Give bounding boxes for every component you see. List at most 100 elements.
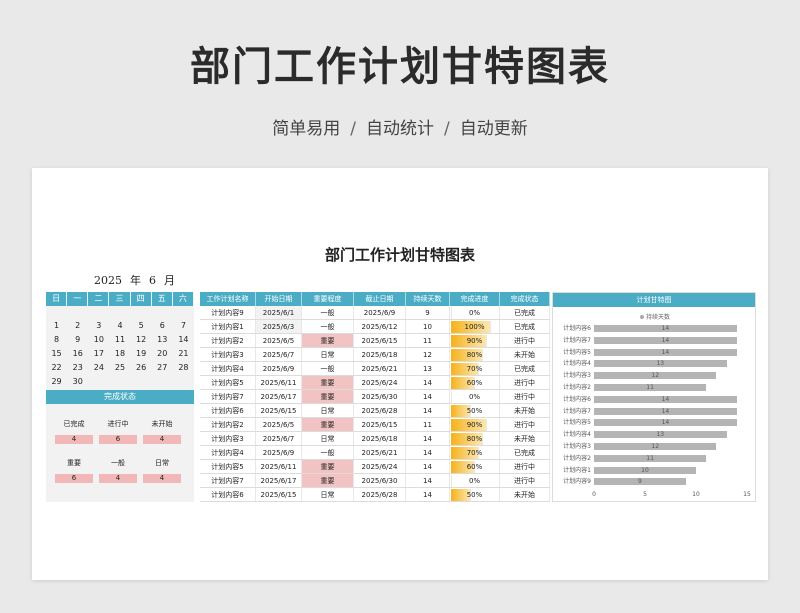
table-cell[interactable]: 2025/6/15 <box>354 418 406 431</box>
table-cell[interactable]: 2025/6/24 <box>354 460 406 473</box>
table-cell[interactable]: 2025/6/7 <box>256 432 302 445</box>
table-cell[interactable]: 重要 <box>302 334 354 347</box>
table-cell[interactable]: 14 <box>406 432 450 445</box>
table-cell[interactable]: 一般 <box>302 320 354 333</box>
table-cell[interactable]: 2025/6/28 <box>354 488 406 501</box>
progress-cell[interactable]: 50% <box>450 488 500 501</box>
calendar-day[interactable]: 27 <box>152 361 173 375</box>
table-cell[interactable]: 一般 <box>302 362 354 375</box>
calendar-day[interactable]: 25 <box>109 361 130 375</box>
calendar-day[interactable]: 30 <box>67 375 88 389</box>
table-cell[interactable]: 11 <box>406 334 450 347</box>
gantt-bar[interactable]: 14 <box>594 419 737 427</box>
table-cell[interactable]: 计划内容6 <box>200 488 256 501</box>
gantt-bar[interactable]: 12 <box>594 372 717 380</box>
gantt-bar[interactable]: 11 <box>594 454 707 462</box>
table-cell[interactable]: 2025/6/12 <box>354 320 406 333</box>
calendar-day[interactable]: 18 <box>109 347 130 361</box>
table-cell[interactable]: 计划内容4 <box>200 446 256 459</box>
calendar-day[interactable]: 28 <box>173 361 194 375</box>
calendar-day[interactable]: 12 <box>131 333 152 347</box>
progress-cell[interactable]: 70% <box>450 446 500 459</box>
table-cell[interactable]: 重要 <box>302 418 354 431</box>
table-cell[interactable]: 14 <box>406 488 450 501</box>
table-cell[interactable]: 2025/6/11 <box>256 376 302 389</box>
table-cell[interactable]: 2025/6/17 <box>256 474 302 487</box>
calendar-day[interactable]: 8 <box>46 333 67 347</box>
calendar-day[interactable]: 1 <box>46 319 67 333</box>
progress-cell[interactable]: 90% <box>450 334 500 347</box>
calendar-day[interactable]: 6 <box>152 319 173 333</box>
table-cell[interactable]: 计划内容7 <box>200 390 256 403</box>
progress-cell[interactable]: 0% <box>450 474 500 487</box>
table-cell[interactable]: 计划内容2 <box>200 418 256 431</box>
table-cell[interactable]: 14 <box>406 404 450 417</box>
calendar-day[interactable]: 7 <box>173 319 194 333</box>
table-cell[interactable]: 计划内容3 <box>200 432 256 445</box>
table-cell[interactable]: 2025/6/3 <box>256 320 302 333</box>
gantt-bar[interactable]: 14 <box>594 325 737 332</box>
progress-cell[interactable]: 0% <box>450 390 500 403</box>
table-cell[interactable]: 14 <box>406 376 450 389</box>
calendar-day[interactable]: 11 <box>109 333 130 347</box>
table-cell[interactable]: 已完成 <box>500 362 550 375</box>
table-cell[interactable]: 日常 <box>302 404 354 417</box>
progress-cell[interactable]: 60% <box>450 460 500 473</box>
table-cell[interactable]: 日常 <box>302 488 354 501</box>
table-cell[interactable]: 14 <box>406 460 450 473</box>
progress-cell[interactable]: 80% <box>450 348 500 361</box>
table-cell[interactable]: 重要 <box>302 460 354 473</box>
table-cell[interactable]: 计划内容9 <box>200 306 256 319</box>
table-cell[interactable]: 一般 <box>302 446 354 459</box>
table-cell[interactable]: 14 <box>406 474 450 487</box>
calendar-day[interactable]: 23 <box>67 361 88 375</box>
calendar-day[interactable]: 5 <box>131 319 152 333</box>
table-cell[interactable]: 2025/6/9 <box>256 446 302 459</box>
table-cell[interactable]: 2025/6/30 <box>354 474 406 487</box>
gantt-bar[interactable]: 11 <box>594 384 707 391</box>
calendar-day[interactable]: 29 <box>46 375 67 389</box>
table-cell[interactable]: 14 <box>406 390 450 403</box>
calendar-day[interactable]: 21 <box>173 347 194 361</box>
table-cell[interactable]: 2025/6/21 <box>354 362 406 375</box>
progress-cell[interactable]: 100% <box>450 320 500 333</box>
gantt-bar[interactable]: 14 <box>594 336 737 344</box>
table-cell[interactable]: 计划内容1 <box>200 320 256 333</box>
table-cell[interactable]: 2025/6/9 <box>354 306 406 319</box>
calendar-day[interactable]: 16 <box>67 347 88 361</box>
table-cell[interactable]: 2025/6/7 <box>256 348 302 361</box>
table-cell[interactable]: 2025/6/9 <box>256 362 302 375</box>
progress-cell[interactable]: 70% <box>450 362 500 375</box>
table-cell[interactable]: 已完成 <box>500 306 550 319</box>
table-cell[interactable]: 2025/6/21 <box>354 446 406 459</box>
table-cell[interactable]: 14 <box>406 446 450 459</box>
table-cell[interactable]: 进行中 <box>500 334 550 347</box>
table-cell[interactable]: 计划内容3 <box>200 348 256 361</box>
table-cell[interactable]: 2025/6/15 <box>256 488 302 501</box>
progress-cell[interactable]: 60% <box>450 376 500 389</box>
table-cell[interactable]: 2025/6/28 <box>354 404 406 417</box>
progress-cell[interactable]: 0% <box>450 306 500 319</box>
table-cell[interactable]: 日常 <box>302 348 354 361</box>
calendar-day[interactable]: 4 <box>109 319 130 333</box>
table-cell[interactable]: 9 <box>406 306 450 319</box>
table-cell[interactable]: 未开始 <box>500 432 550 445</box>
calendar-day[interactable]: 14 <box>173 333 194 347</box>
calendar-day[interactable]: 15 <box>46 347 67 361</box>
gantt-bar[interactable]: 14 <box>594 395 737 403</box>
table-cell[interactable]: 未开始 <box>500 348 550 361</box>
calendar-day[interactable]: 9 <box>67 333 88 347</box>
gantt-bar[interactable]: 14 <box>594 348 737 356</box>
table-cell[interactable]: 10 <box>406 320 450 333</box>
calendar-day[interactable]: 3 <box>88 319 109 333</box>
progress-cell[interactable]: 80% <box>450 432 500 445</box>
calendar-day[interactable]: 19 <box>131 347 152 361</box>
table-cell[interactable]: 未开始 <box>500 404 550 417</box>
table-cell[interactable]: 进行中 <box>500 418 550 431</box>
table-cell[interactable]: 2025/6/1 <box>256 306 302 319</box>
table-cell[interactable]: 2025/6/24 <box>354 376 406 389</box>
calendar-day[interactable]: 2 <box>67 319 88 333</box>
table-cell[interactable]: 计划内容5 <box>200 460 256 473</box>
table-cell[interactable]: 重要 <box>302 474 354 487</box>
gantt-bar[interactable]: 14 <box>594 407 737 415</box>
